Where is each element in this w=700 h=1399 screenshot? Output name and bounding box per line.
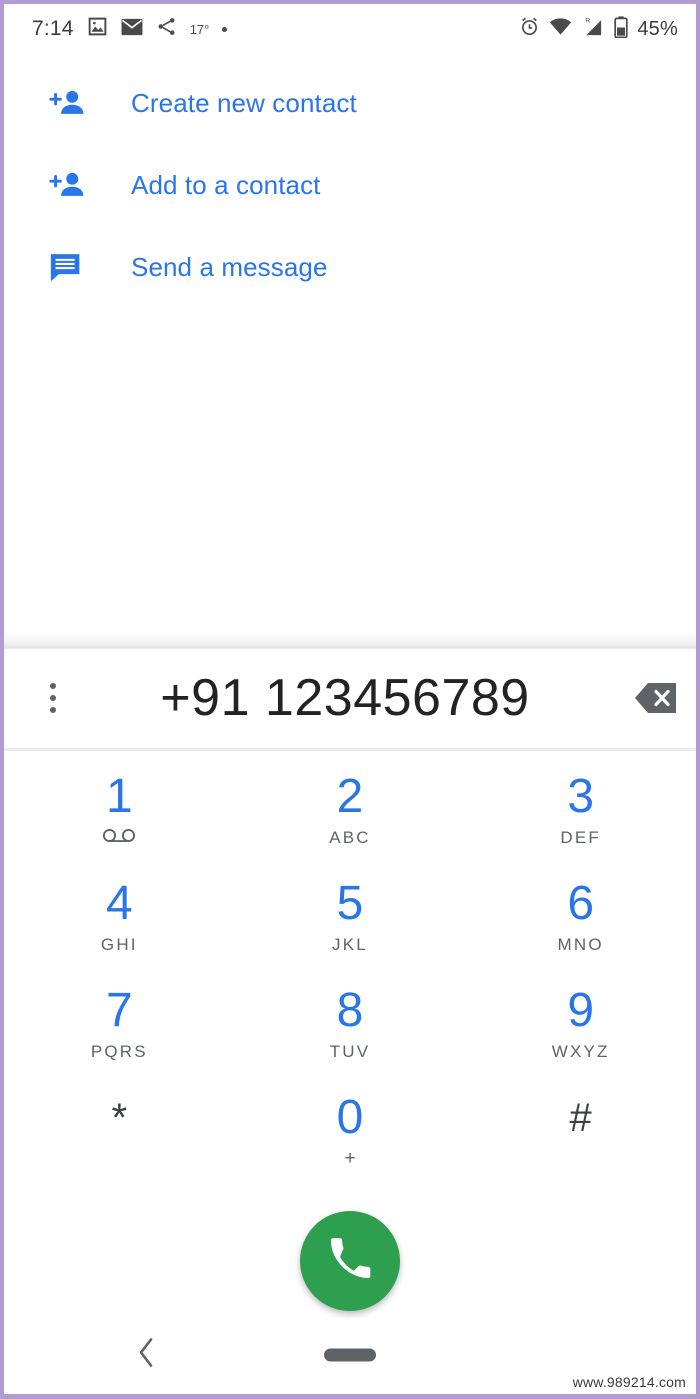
- call-button[interactable]: [300, 1211, 400, 1311]
- wifi-icon: [549, 17, 572, 41]
- alarm-icon: [519, 16, 540, 42]
- key-sublabel: +: [344, 1147, 356, 1169]
- action-add-to-a-contact[interactable]: Add to a contact: [4, 144, 696, 226]
- action-label: Add to a contact: [131, 169, 321, 200]
- watermark: www.989214.com: [572, 1374, 686, 1390]
- key-sublabel: GHI: [100, 934, 138, 954]
- key-sublabel: DEF: [560, 827, 601, 847]
- dialpad-key-hash[interactable]: #: [465, 1077, 696, 1184]
- action-send-a-message[interactable]: Send a message: [4, 226, 696, 308]
- key-digit: 1: [105, 769, 133, 823]
- dialpad-key-4[interactable]: 4 GHI: [4, 863, 235, 970]
- battery-percent-label: 45%: [637, 17, 678, 40]
- key-sublabel: JKL: [332, 934, 368, 954]
- voicemail-icon: [102, 828, 136, 848]
- dialpad-separator: [4, 748, 696, 751]
- dialpad-key-3[interactable]: 3 DEF: [465, 756, 696, 863]
- svg-text:R: R: [586, 18, 591, 25]
- email-icon: [121, 18, 143, 41]
- key-digit: 0: [336, 1090, 364, 1144]
- photo-icon: [87, 16, 108, 42]
- key-digit: 5: [336, 876, 364, 930]
- status-bar: 7:14 17° R 45%: [4, 4, 696, 54]
- backspace-icon[interactable]: [616, 668, 696, 728]
- action-label: Send a message: [131, 251, 328, 282]
- dialpad: 1 2 ABC 3 DEF 4 GHI 5 JKL 6 MNO 7 PQRS 8…: [4, 756, 696, 1184]
- person-add-icon: [48, 169, 86, 201]
- dialpad-key-6[interactable]: 6 MNO: [465, 863, 696, 970]
- dialpad-key-2[interactable]: 2 ABC: [235, 756, 466, 863]
- signal-roaming-icon: R: [581, 16, 605, 42]
- key-sublabel: ABC: [329, 827, 371, 847]
- key-digit: 7: [105, 983, 133, 1037]
- key-digit: 8: [336, 983, 364, 1037]
- key-digit: *: [111, 1095, 128, 1140]
- key-sublabel: TUV: [329, 1041, 371, 1061]
- battery-icon: [614, 15, 629, 43]
- dialpad-key-5[interactable]: 5 JKL: [235, 863, 466, 970]
- key-sublabel: PQRS: [90, 1041, 148, 1061]
- key-digit: 9: [567, 983, 595, 1037]
- action-create-new-contact[interactable]: Create new contact: [4, 62, 696, 144]
- key-digit: 2: [336, 769, 364, 823]
- dialpad-key-9[interactable]: 9 WXYZ: [465, 970, 696, 1077]
- dialpad-panel-shadow: [4, 632, 696, 650]
- status-bar-left: 7:14 17°: [32, 16, 228, 42]
- key-sublabel: MNO: [557, 934, 604, 954]
- key-digit: #: [569, 1095, 592, 1140]
- action-label: Create new contact: [131, 87, 357, 118]
- key-digit: 6: [567, 876, 595, 930]
- back-chevron-icon[interactable]: [136, 1337, 158, 1374]
- more-vertical-icon[interactable]: [32, 672, 74, 724]
- key-digit: 4: [105, 876, 133, 930]
- phone-screen: 7:14 17° R 45% Create new contact Add to…: [0, 0, 700, 1399]
- person-add-icon: [48, 87, 86, 119]
- status-time: 7:14: [32, 17, 74, 40]
- home-pill-icon[interactable]: [324, 1348, 376, 1362]
- key-digit: 3: [567, 769, 595, 823]
- key-sublabel: WXYZ: [551, 1041, 610, 1061]
- dialpad-key-7[interactable]: 7 PQRS: [4, 970, 235, 1077]
- phone-call-icon: [328, 1237, 372, 1286]
- dot-indicator-icon: [222, 26, 228, 32]
- dialpad-key-0[interactable]: 0 +: [235, 1077, 466, 1184]
- dialpad-key-star[interactable]: *: [4, 1077, 235, 1184]
- share-icon: [156, 16, 177, 42]
- contact-action-list: Create new contact Add to a contact Send…: [4, 62, 696, 308]
- dialpad-key-1[interactable]: 1: [4, 756, 235, 863]
- dialpad-key-8[interactable]: 8 TUV: [235, 970, 466, 1077]
- status-temperature: 17°: [189, 21, 210, 37]
- status-bar-right: R 45%: [519, 15, 678, 43]
- dialed-number-bar: +91 123456789: [4, 650, 696, 746]
- message-icon: [48, 250, 86, 284]
- dialed-number-display[interactable]: +91 123456789: [74, 668, 616, 728]
